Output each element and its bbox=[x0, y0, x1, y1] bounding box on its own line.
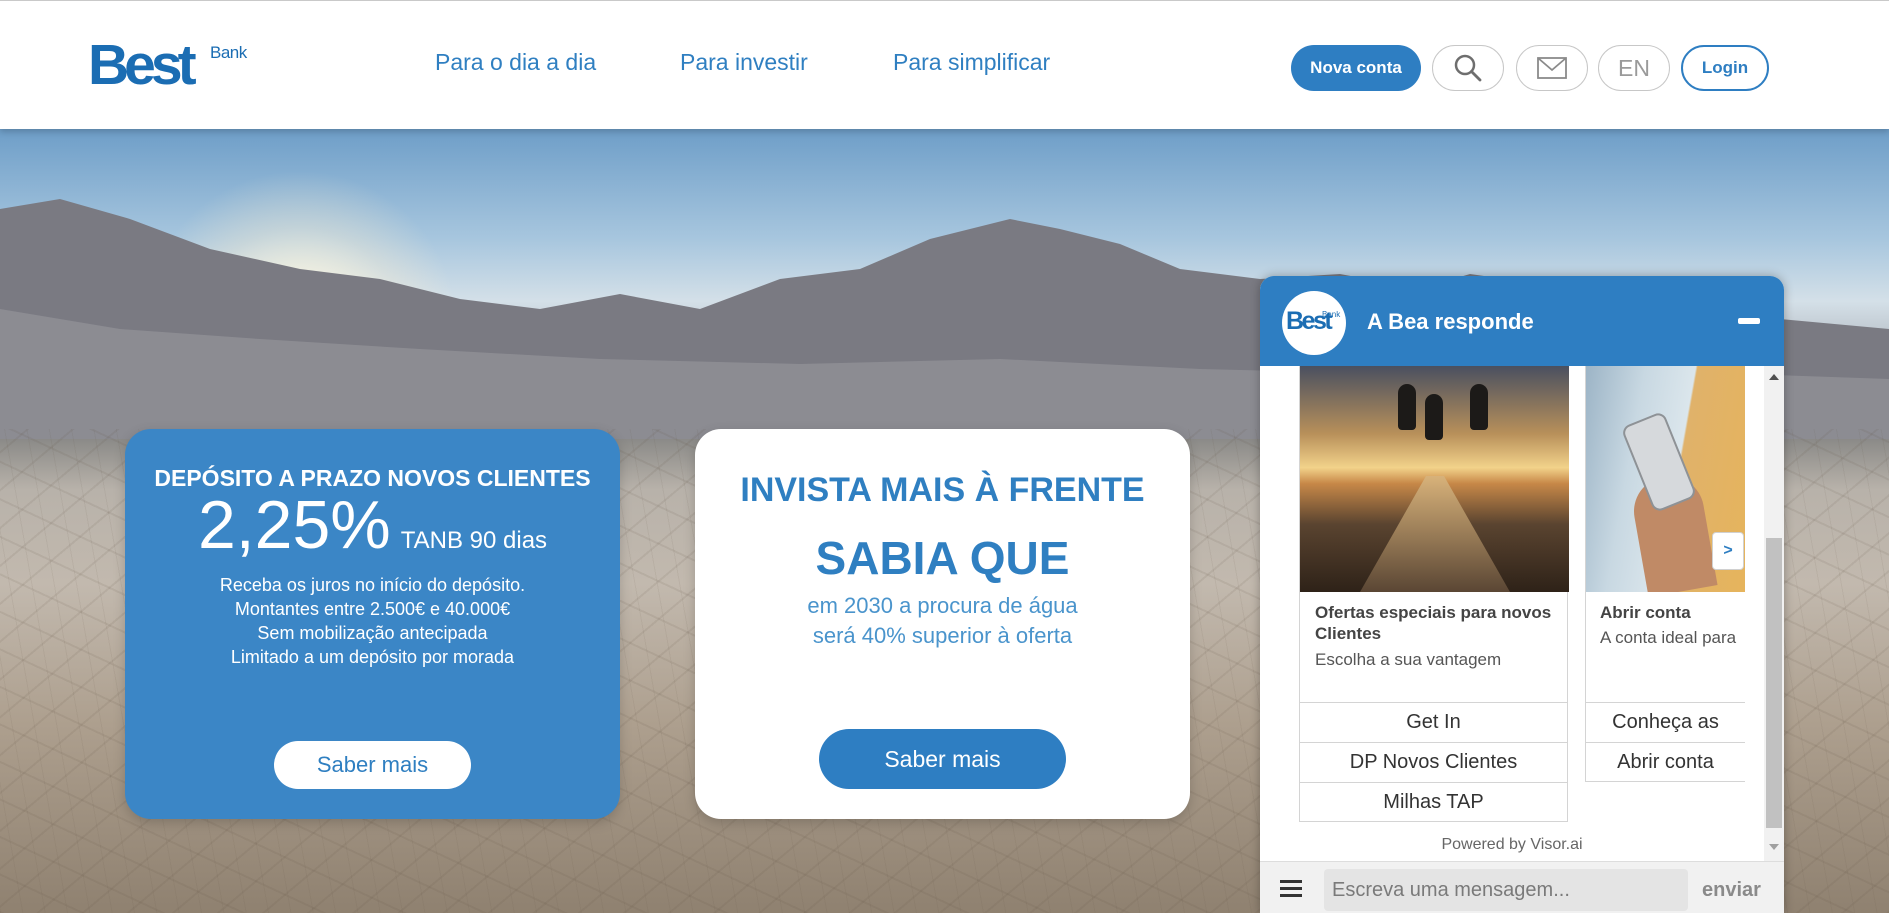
nav-item-simplificar[interactable]: Para simplificar bbox=[893, 49, 1050, 76]
invest-promo-card: INVISTA MAIS À FRENTE SABIA QUE em 2030 … bbox=[695, 429, 1190, 819]
invest-details: em 2030 a procura de água será 40% super… bbox=[695, 591, 1190, 651]
login-button[interactable]: Login bbox=[1681, 45, 1769, 91]
deposit-learn-more-button[interactable]: Saber mais bbox=[274, 741, 471, 789]
logo-sub: Bank bbox=[210, 43, 247, 62]
scroll-down-icon[interactable] bbox=[1769, 844, 1779, 850]
minimize-icon[interactable] bbox=[1738, 318, 1760, 324]
card-heading: Ofertas especiais para novos Clientes bbox=[1315, 603, 1552, 643]
message-input[interactable] bbox=[1324, 869, 1688, 911]
cyclist-shape bbox=[1425, 394, 1443, 440]
nav-item-investir[interactable]: Para investir bbox=[680, 49, 808, 76]
invest-detail: em 2030 a procura de água bbox=[807, 593, 1078, 618]
chat-carousel-card: Ofertas especiais para novos Clientes Es… bbox=[1299, 366, 1569, 822]
best-bank-logo[interactable]: Best Bank bbox=[88, 35, 258, 95]
mail-icon bbox=[1537, 57, 1567, 79]
invest-headline: SABIA QUE bbox=[815, 532, 1070, 584]
road-shape bbox=[1360, 476, 1510, 592]
site-header: Best Bank Para o dia a dia Para investir… bbox=[0, 0, 1889, 129]
new-account-button[interactable]: Nova conta bbox=[1291, 45, 1421, 91]
phone-shape bbox=[1620, 410, 1698, 514]
chat-carousel-card: Abrir conta A conta ideal para Conheça a… bbox=[1585, 366, 1745, 782]
search-button[interactable] bbox=[1432, 45, 1504, 91]
send-button[interactable]: enviar bbox=[1702, 879, 1761, 902]
deposit-promo-card: DEPÓSITO A PRAZO NOVOS CLIENTES 2,25% TA… bbox=[125, 429, 620, 819]
cyclists-image bbox=[1300, 366, 1569, 592]
scroll-thumb[interactable] bbox=[1766, 538, 1782, 828]
deposit-rate: 2,25% TANB 90 dias bbox=[125, 487, 620, 563]
chat-scrollbar[interactable] bbox=[1764, 366, 1784, 861]
card-description: A conta ideal para bbox=[1600, 628, 1737, 647]
cyclist-shape bbox=[1398, 384, 1416, 430]
chat-title: A Bea responde bbox=[1367, 309, 1534, 334]
carousel-next-button[interactable]: > bbox=[1712, 532, 1744, 570]
card-option-get-in[interactable]: Get In bbox=[1300, 702, 1567, 742]
menu-icon[interactable] bbox=[1280, 880, 1302, 898]
chat-input-bar: enviar bbox=[1260, 861, 1784, 913]
chat-widget: Best Bank A Bea responde Ofertas especia… bbox=[1260, 276, 1784, 913]
invest-title: INVISTA MAIS À FRENTE bbox=[740, 471, 1145, 509]
deposit-rate-note: TANB 90 dias bbox=[400, 527, 548, 554]
deposit-detail: Limitado a um depósito por morada bbox=[230, 647, 515, 667]
mail-button[interactable] bbox=[1516, 45, 1588, 91]
card-heading: Abrir conta bbox=[1600, 603, 1691, 622]
powered-by: Powered by Visor.ai bbox=[1441, 836, 1583, 853]
cyclist-shape bbox=[1470, 384, 1488, 430]
invest-learn-more-button[interactable]: Saber mais bbox=[819, 729, 1066, 789]
card-option-milhas-tap[interactable]: Milhas TAP bbox=[1300, 782, 1567, 822]
card-description: Escolha a sua vantagem bbox=[1315, 650, 1502, 669]
card-option-dp-novos-clientes[interactable]: DP Novos Clientes bbox=[1300, 742, 1567, 782]
avatar-sub: Bank bbox=[1322, 310, 1341, 319]
scroll-up-icon[interactable] bbox=[1769, 374, 1779, 380]
logo-word: Best bbox=[88, 33, 197, 97]
chat-avatar: Best Bank bbox=[1282, 291, 1346, 355]
invest-detail: será 40% superior à oferta bbox=[812, 623, 1073, 648]
deposit-details: Receba os juros no início do depósito. M… bbox=[125, 573, 620, 669]
card-option-conheca[interactable]: Conheça as bbox=[1586, 702, 1745, 742]
deposit-detail: Sem mobilização antecipada bbox=[257, 623, 488, 643]
nav-item-dia-a-dia[interactable]: Para o dia a dia bbox=[435, 49, 596, 76]
deposit-rate-value: 2,25% bbox=[197, 487, 391, 563]
card-option-abrir-conta[interactable]: Abrir conta bbox=[1586, 742, 1745, 781]
chat-header: Best Bank A Bea responde bbox=[1260, 276, 1784, 366]
deposit-detail: Receba os juros no início do depósito. bbox=[219, 575, 526, 595]
chat-messages[interactable]: Ofertas especiais para novos Clientes Es… bbox=[1260, 366, 1784, 861]
search-icon bbox=[1454, 54, 1482, 82]
language-toggle[interactable]: EN bbox=[1598, 45, 1670, 91]
deposit-detail: Montantes entre 2.500€ e 40.000€ bbox=[234, 599, 511, 619]
